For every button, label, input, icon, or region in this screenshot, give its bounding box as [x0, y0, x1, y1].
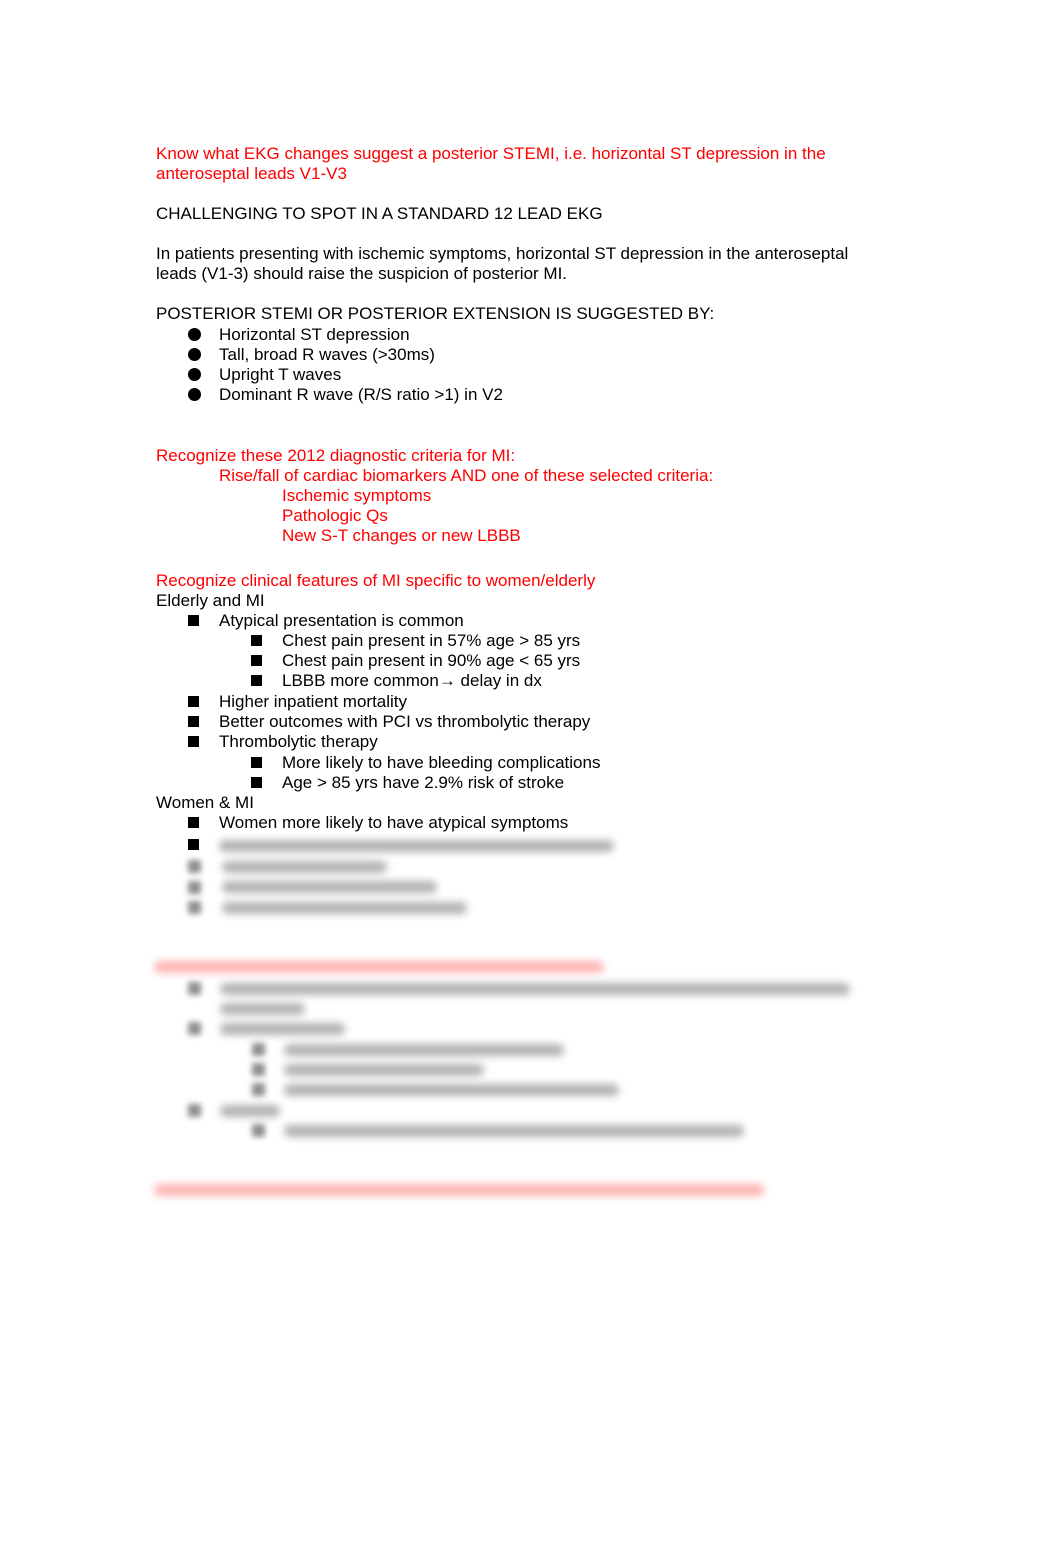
blurred-text-line	[284, 1125, 744, 1137]
square-bullet-icon	[251, 631, 262, 651]
sub-list-item: Chest pain present in 90% age < 65 yrs	[282, 651, 581, 670]
square-bullet-icon	[188, 692, 199, 712]
square-bullet-icon	[188, 611, 199, 631]
blurred-bullet-icon	[252, 1083, 265, 1096]
list-item: Higher inpatient mortality	[219, 692, 408, 711]
objective-diagnostic-criteria: Recognize these 2012 diagnostic criteria…	[156, 446, 516, 465]
square-bullet-icon	[188, 835, 199, 855]
document-page: Know what EKG changes suggest a posterio…	[0, 0, 1062, 1556]
blurred-bullet-icon	[188, 1022, 201, 1035]
blurred-text-line	[222, 861, 387, 873]
criterion-item: Ischemic symptoms	[282, 486, 432, 505]
list-item: Tall, broad R waves (>30ms)	[219, 345, 435, 364]
blurred-text-line	[222, 902, 467, 914]
blurred-text-line	[284, 1044, 564, 1056]
square-bullet-icon	[251, 671, 262, 691]
blurred-bullet-icon	[188, 881, 201, 894]
blurred-text-line	[220, 1003, 305, 1015]
blurred-text-line	[220, 1105, 280, 1117]
blurred-objective-line	[154, 961, 604, 973]
blurred-text-line	[284, 1064, 484, 1076]
square-bullet-icon	[188, 732, 199, 752]
criterion-item: Pathologic Qs	[282, 506, 388, 525]
elderly-heading: Elderly and MI	[156, 591, 265, 610]
blurred-bullet-icon	[188, 860, 201, 873]
round-bullet-icon	[188, 385, 201, 405]
list-item: Dominant R wave (R/S ratio >1) in V2	[219, 385, 503, 404]
blurred-bullet-icon	[188, 901, 201, 914]
criteria-subheading: Rise/fall of cardiac biomarkers AND one …	[219, 466, 714, 485]
blurred-bullet-icon	[188, 1104, 201, 1117]
square-bullet-icon	[188, 712, 199, 732]
square-bullet-icon	[251, 651, 262, 671]
paragraph-line1: In patients presenting with ischemic sym…	[156, 244, 849, 263]
square-bullet-icon	[251, 773, 262, 793]
challenge-heading: CHALLENGING TO SPOT IN A STANDARD 12 LEA…	[156, 204, 603, 223]
sub-list-item: Age > 85 yrs have 2.9% risk of stroke	[282, 773, 565, 792]
list-item: Upright T waves	[219, 365, 342, 384]
sub-list-item: More likely to have bleeding complicatio…	[282, 753, 601, 772]
list-item: Better outcomes with PCI vs thrombolytic…	[219, 712, 591, 731]
blurred-text-line	[284, 1084, 619, 1096]
women-heading: Women & MI	[156, 793, 254, 812]
blurred-bullet-icon	[252, 1063, 265, 1076]
blurred-bullet-icon	[188, 982, 201, 995]
sub-list-item: LBBB more common→ delay in dx	[282, 671, 542, 690]
suggested-by-heading: POSTERIOR STEMI OR POSTERIOR EXTENSION I…	[156, 304, 715, 323]
round-bullet-icon	[188, 365, 201, 385]
objective-posterior-stemi-line2: anteroseptal leads V1-V3	[156, 164, 347, 183]
square-bullet-icon	[188, 813, 199, 833]
blurred-bullet-icon	[252, 1124, 265, 1137]
objective-women-elderly: Recognize clinical features of MI specif…	[156, 571, 596, 590]
paragraph-line2: leads (V1-3) should raise the suspicion …	[156, 264, 568, 283]
sub-list-item: Chest pain present in 57% age > 85 yrs	[282, 631, 581, 650]
list-item: Women more likely to have atypical sympt…	[219, 813, 569, 832]
list-item: Thrombolytic therapy	[219, 732, 378, 751]
list-item: Horizontal ST depression	[219, 325, 410, 344]
round-bullet-icon	[188, 345, 201, 365]
objective-posterior-stemi-line1: Know what EKG changes suggest a posterio…	[156, 144, 826, 163]
round-bullet-icon	[188, 325, 201, 345]
criterion-item: New S-T changes or new LBBB	[282, 526, 521, 545]
blurred-text-line	[219, 840, 614, 852]
blurred-text-line	[220, 983, 850, 995]
blurred-text-line	[222, 881, 437, 893]
blurred-bullet-icon	[252, 1043, 265, 1056]
list-item: Atypical presentation is common	[219, 611, 464, 630]
square-bullet-icon	[251, 753, 262, 773]
blurred-objective-line	[154, 1184, 764, 1196]
blurred-text-line	[220, 1023, 345, 1035]
